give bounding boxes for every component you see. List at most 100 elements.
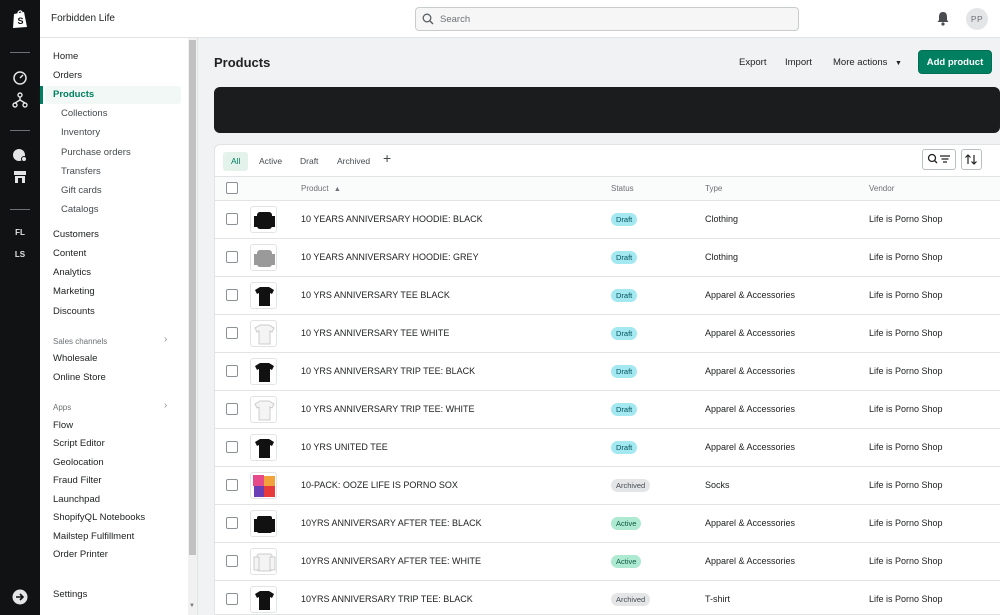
chevron-right-icon[interactable]: ›	[164, 334, 167, 345]
tab-all[interactable]: All	[223, 152, 249, 171]
export-button[interactable]: Export	[739, 57, 766, 68]
table-row[interactable]: 10-PACK: OOZE LIFE IS PORNO SOX Archived S…	[215, 467, 1000, 505]
sidebar-item-fraud-filter[interactable]: Fraud Filter	[53, 475, 102, 486]
product-name[interactable]: 10 YRS ANNIVERSARY TEE BLACK	[301, 290, 450, 300]
row-checkbox[interactable]	[226, 517, 238, 529]
search-input[interactable]: Search	[415, 7, 799, 31]
column-header-product[interactable]: Product ▲	[301, 184, 341, 193]
sidebar-item-products[interactable]: Products	[53, 89, 94, 100]
add-product-button[interactable]: Add product	[918, 50, 992, 74]
product-thumbnail[interactable]	[250, 282, 277, 309]
sidebar-item-script-editor[interactable]: Script Editor	[53, 438, 105, 449]
row-checkbox[interactable]	[226, 441, 238, 453]
column-header-status[interactable]: Status	[611, 184, 634, 193]
shopify-logo-icon[interactable]: S	[11, 9, 29, 29]
product-thumbnail[interactable]	[250, 548, 277, 575]
table-row[interactable]: 10 YEARS ANNIVERSARY HOODIE: BLACK Draft C…	[215, 201, 1000, 239]
product-name[interactable]: 10 YEARS ANNIVERSARY HOODIE: GREY	[301, 252, 479, 262]
sidebar-item-purchase-orders[interactable]: Purchase orders	[61, 147, 131, 158]
table-row[interactable]: 10 YEARS ANNIVERSARY HOODIE: GREY Draft Cl…	[215, 239, 1000, 277]
sidebar-item-transfers[interactable]: Transfers	[61, 166, 101, 177]
sort-button[interactable]	[961, 149, 982, 170]
sidebar-item-gift-cards[interactable]: Gift cards	[61, 185, 102, 196]
sidebar-item-launchpad[interactable]: Launchpad	[53, 494, 100, 505]
exit-arrow-icon[interactable]	[12, 589, 28, 605]
sidebar-item-geolocation[interactable]: Geolocation	[53, 457, 104, 468]
chevron-right-icon[interactable]: ›	[164, 400, 167, 411]
product-thumbnail[interactable]	[250, 358, 277, 385]
tab-draft[interactable]: Draft	[292, 152, 326, 171]
product-name[interactable]: 10 YRS ANNIVERSARY TRIP TEE: BLACK	[301, 366, 475, 376]
add-view-icon[interactable]: +	[383, 150, 391, 166]
store-name[interactable]: Forbidden Life	[51, 13, 115, 24]
product-name[interactable]: 10 YRS ANNIVERSARY TEE WHITE	[301, 328, 449, 338]
product-thumbnail[interactable]	[250, 396, 277, 423]
sidebar-item-online-store[interactable]: Online Store	[53, 372, 106, 383]
sidebar-item-discounts[interactable]: Discounts	[53, 306, 95, 317]
sidebar-item-content[interactable]: Content	[53, 248, 86, 259]
tab-active[interactable]: Active	[251, 152, 290, 171]
rail-store-fl[interactable]: FL	[0, 228, 40, 237]
product-name[interactable]: 10-PACK: OOZE LIFE IS PORNO SOX	[301, 480, 458, 490]
product-thumbnail[interactable]	[250, 510, 277, 537]
select-all-checkbox[interactable]	[226, 182, 238, 194]
table-row[interactable]: 10 YRS ANNIVERSARY TEE WHITE Draft Apparel…	[215, 315, 1000, 353]
scroll-down-arrow-icon[interactable]: ▼	[189, 603, 195, 609]
speedometer-icon[interactable]	[12, 69, 28, 85]
import-button[interactable]: Import	[785, 57, 812, 68]
product-name[interactable]: 10YRS ANNIVERSARY AFTER TEE: BLACK	[301, 518, 482, 528]
sidebar-item-inventory[interactable]: Inventory	[61, 127, 100, 138]
row-checkbox[interactable]	[226, 289, 238, 301]
row-checkbox[interactable]	[226, 593, 238, 605]
sidebar-item-orders[interactable]: Orders	[53, 70, 82, 81]
row-checkbox[interactable]	[226, 327, 238, 339]
table-row[interactable]: 10YRS ANNIVERSARY TRIP TEE: BLACK Archive…	[215, 581, 1000, 614]
sidebar-scrollbar-thumb[interactable]	[189, 40, 196, 555]
product-thumbnail[interactable]	[250, 244, 277, 271]
sidebar-item-marketing[interactable]: Marketing	[53, 286, 95, 297]
sidebar-item-mailstep-fulfillment[interactable]: Mailstep Fulfillment	[53, 531, 134, 542]
avatar[interactable]: PP	[966, 8, 988, 30]
search-filter-button[interactable]	[922, 149, 956, 170]
more-actions-button[interactable]: More actions ▼	[833, 57, 902, 68]
sidebar-item-shopifyql-notebooks[interactable]: ShopifyQL Notebooks	[53, 512, 145, 523]
product-thumbnail[interactable]	[250, 586, 277, 613]
column-header-type[interactable]: Type	[705, 184, 722, 193]
product-thumbnail[interactable]	[250, 434, 277, 461]
table-row[interactable]: 10YRS ANNIVERSARY AFTER TEE: BLACK Active…	[215, 505, 1000, 543]
store-icon[interactable]	[12, 169, 28, 185]
sidebar-item-home[interactable]: Home	[53, 51, 78, 62]
product-name[interactable]: 10 YRS UNITED TEE	[301, 442, 388, 452]
sidebar-item-customers[interactable]: Customers	[53, 229, 99, 240]
row-checkbox[interactable]	[226, 555, 238, 567]
row-checkbox[interactable]	[226, 251, 238, 263]
row-checkbox[interactable]	[226, 365, 238, 377]
rail-store-ls[interactable]: LS	[0, 250, 40, 259]
sidebar-item-analytics[interactable]: Analytics	[53, 267, 91, 278]
sidebar-item-catalogs[interactable]: Catalogs	[61, 204, 99, 215]
column-header-vendor[interactable]: Vendor	[869, 184, 894, 193]
table-row[interactable]: 10 YRS ANNIVERSARY TRIP TEE: BLACK Draft A…	[215, 353, 1000, 391]
sidebar-item-wholesale[interactable]: Wholesale	[53, 353, 97, 364]
globe-icon[interactable]	[12, 147, 28, 163]
product-name[interactable]: 10 YEARS ANNIVERSARY HOODIE: BLACK	[301, 214, 483, 224]
row-checkbox[interactable]	[226, 213, 238, 225]
row-checkbox[interactable]	[226, 479, 238, 491]
row-checkbox[interactable]	[226, 403, 238, 415]
sidebar-item-flow[interactable]: Flow	[53, 420, 73, 431]
table-row[interactable]: 10 YRS ANNIVERSARY TRIP TEE: WHITE Draft A…	[215, 391, 1000, 429]
sidebar-item-collections[interactable]: Collections	[61, 108, 107, 119]
sidebar-item-order-printer[interactable]: Order Printer	[53, 549, 108, 560]
bell-icon[interactable]	[936, 11, 950, 26]
table-row[interactable]: 10 YRS ANNIVERSARY TEE BLACK Draft Apparel…	[215, 277, 1000, 315]
sidebar-item-settings[interactable]: Settings	[53, 589, 87, 600]
product-thumbnail[interactable]	[250, 472, 277, 499]
product-thumbnail[interactable]	[250, 206, 277, 233]
tab-archived[interactable]: Archived	[329, 152, 378, 171]
product-thumbnail[interactable]	[250, 320, 277, 347]
table-row[interactable]: 10 YRS UNITED TEE Draft Apparel & Accessor…	[215, 429, 1000, 467]
table-row[interactable]: 10YRS ANNIVERSARY AFTER TEE: WHITE Active…	[215, 543, 1000, 581]
network-icon[interactable]	[12, 92, 28, 108]
product-name[interactable]: 10 YRS ANNIVERSARY TRIP TEE: WHITE	[301, 404, 475, 414]
product-name[interactable]: 10YRS ANNIVERSARY AFTER TEE: WHITE	[301, 556, 481, 566]
